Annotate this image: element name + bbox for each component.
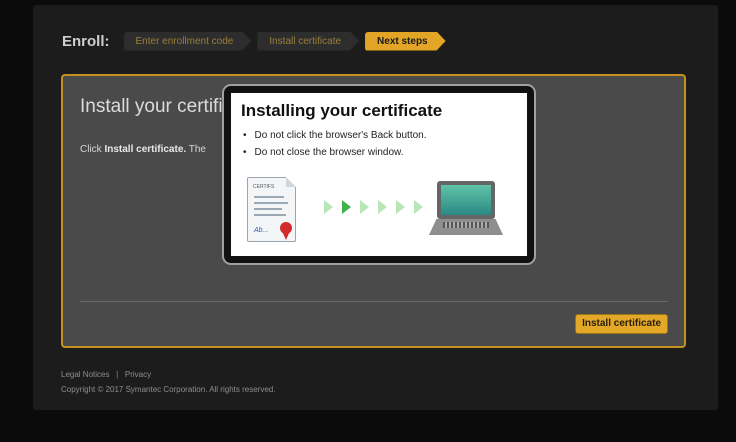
step-next-steps: Next steps xyxy=(365,32,446,51)
footer-links[interactable]: Legal Notices | Privacy xyxy=(61,370,151,379)
certificate-line xyxy=(254,208,282,210)
certificate-heading: CERTIFS xyxy=(253,184,275,190)
progress-arrows xyxy=(324,200,432,214)
signature: Ab... xyxy=(254,227,269,234)
install-certificate-button[interactable]: Install certificate xyxy=(575,314,668,334)
arrow-icon xyxy=(396,200,405,214)
divider xyxy=(80,301,668,302)
instruction-prefix: Click xyxy=(80,144,105,155)
certificate-icon: CERTIFS Ab... xyxy=(247,177,296,242)
page-title: Install your certificate xyxy=(80,96,230,117)
instruction-bold: Install certificate. xyxy=(104,144,187,155)
laptop-icon xyxy=(429,181,504,239)
enroll-progress: Enroll: Enter enrollment code Install ce… xyxy=(62,30,452,52)
certificate-line xyxy=(254,214,286,216)
installing-dialog: Installing your certificate Do not click… xyxy=(222,84,536,265)
step-enter-enrollment-code: Enter enrollment code xyxy=(124,32,252,51)
warning-list: Do not click the browser's Back button. … xyxy=(243,130,427,164)
step-install-certificate: Install certificate xyxy=(257,32,359,51)
dialog-title: Installing your certificate xyxy=(241,101,443,120)
footer-copyright: Copyright © 2017 Symantec Corporation. A… xyxy=(61,385,276,394)
arrow-icon xyxy=(342,200,351,214)
page-fold xyxy=(286,177,296,187)
warning-item: Do not close the browser window. xyxy=(243,147,427,164)
arrow-icon xyxy=(360,200,369,214)
instruction-text: Click Install certificate. The xyxy=(80,144,230,155)
laptop-display xyxy=(441,185,491,215)
laptop-keyboard xyxy=(443,222,489,228)
laptop-screen xyxy=(437,181,495,219)
certificate-line xyxy=(254,202,288,204)
warning-item: Do not click the browser's Back button. xyxy=(243,130,427,147)
instruction-suffix: The xyxy=(186,144,206,155)
arrow-icon xyxy=(324,200,333,214)
arrow-icon xyxy=(414,200,423,214)
arrow-icon xyxy=(378,200,387,214)
certificate-line xyxy=(254,196,284,198)
dialog-body: Installing your certificate Do not click… xyxy=(231,93,527,256)
ribbon-icon xyxy=(282,231,290,240)
enroll-label: Enroll: xyxy=(62,32,110,50)
